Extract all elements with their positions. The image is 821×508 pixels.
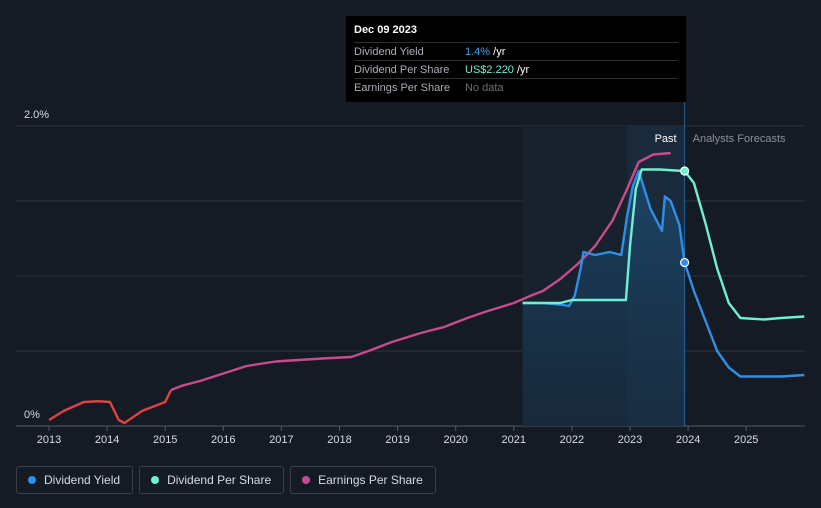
x-tick-label: 2023	[618, 434, 642, 446]
x-tick-label: 2024	[676, 434, 700, 446]
legend-label: Dividend Yield	[44, 473, 121, 487]
dps-marker	[680, 166, 690, 176]
legend: Dividend Yield Dividend Per Share Earnin…	[16, 466, 436, 494]
x-tick-label: 2015	[153, 434, 177, 446]
x-tick-label: 2018	[327, 434, 351, 446]
tooltip-label: Earnings Per Share	[354, 81, 450, 94]
tooltip-label: Dividend Per Share	[354, 63, 450, 76]
tooltip-row-dividend-yield: Dividend Yield 1.4% /yr	[354, 42, 678, 60]
x-tick-label: 2016	[211, 434, 235, 446]
legend-item-dividend-per-share[interactable]: Dividend Per Share	[139, 466, 285, 494]
x-tick-label: 2022	[560, 434, 584, 446]
tooltip: Dec 09 2023 Dividend Yield 1.4% /yr Divi…	[346, 16, 686, 102]
legend-dot-icon	[151, 476, 160, 484]
legend-label: Dividend Per Share	[167, 473, 272, 487]
x-tick-label: 2014	[95, 434, 119, 446]
tooltip-row-dividend-per-share: Dividend Per Share US$2.220 /yr	[354, 60, 678, 78]
tooltip-value-unit: /yr	[513, 63, 530, 76]
x-tick-label: 2019	[385, 434, 409, 446]
forecast-label: Analysts Forecasts	[693, 133, 786, 145]
tooltip-date: Dec 09 2023	[354, 24, 417, 36]
x-tick-label: 2021	[502, 434, 526, 446]
y-tick-label: 0%	[24, 409, 40, 421]
legend-dot-icon	[28, 476, 36, 484]
legend-item-dividend-yield[interactable]: Dividend Yield	[16, 466, 134, 494]
tooltip-value-number: US$2.220	[465, 63, 514, 76]
tooltip-label: Dividend Yield	[354, 45, 424, 58]
earnings-per-share-line-early	[48, 389, 173, 425]
series-lines	[48, 151, 805, 425]
tooltip-value-number: No data	[465, 81, 504, 94]
x-tick-label: 2017	[269, 434, 293, 446]
tooltip-value-unit: /yr	[490, 45, 506, 58]
x-tick-label: 2020	[443, 434, 467, 446]
legend-item-earnings-per-share[interactable]: Earnings Per Share	[290, 466, 436, 494]
legend-dot-icon	[302, 476, 311, 484]
tooltip-value: 1.4% /yr	[465, 46, 505, 58]
x-tick-label: 2025	[734, 434, 758, 446]
legend-label: Earnings Per Share	[318, 473, 423, 487]
x-tick-label: 2013	[37, 434, 61, 446]
past-label: Past	[655, 133, 677, 145]
tooltip-value-number: 1.4%	[465, 45, 491, 58]
dps-forecast-line	[683, 170, 805, 321]
tooltip-value: US$2.220 /yr	[465, 64, 529, 76]
yield-marker	[680, 257, 690, 268]
tooltip-row-earnings-per-share: Earnings Per Share No data	[354, 78, 678, 96]
yield-forecast-line	[683, 262, 805, 378]
y-tick-label: 2.0%	[24, 109, 49, 121]
